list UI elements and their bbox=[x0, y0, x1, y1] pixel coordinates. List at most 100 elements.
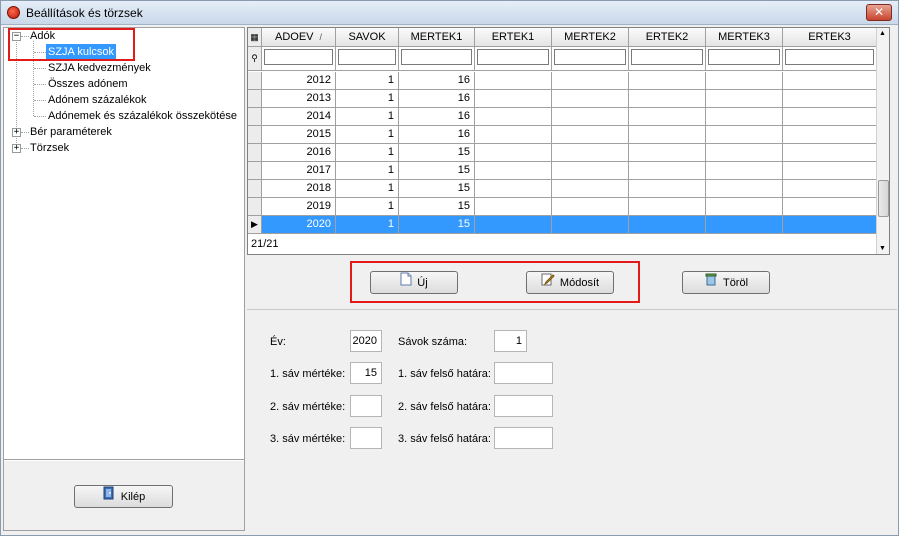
table-cell[interactable]: 16 bbox=[399, 108, 475, 126]
table-cell[interactable] bbox=[706, 108, 783, 126]
expand-icon[interactable]: + bbox=[12, 144, 21, 153]
collapse-icon[interactable]: − bbox=[12, 32, 21, 41]
table-cell[interactable]: 2013 bbox=[262, 90, 336, 108]
delete-button[interactable]: Töröl bbox=[682, 271, 770, 294]
scroll-down-icon[interactable]: ▼ bbox=[879, 245, 886, 252]
table-cell[interactable] bbox=[552, 144, 629, 162]
table-cell[interactable] bbox=[706, 198, 783, 216]
filter-input-ertek3[interactable] bbox=[785, 49, 874, 65]
row-indicator[interactable] bbox=[248, 180, 262, 198]
table-cell[interactable] bbox=[706, 144, 783, 162]
table-cell[interactable] bbox=[629, 90, 706, 108]
row-indicator[interactable] bbox=[248, 162, 262, 180]
table-cell[interactable]: 16 bbox=[399, 126, 475, 144]
table-cell[interactable] bbox=[552, 72, 629, 90]
table-cell[interactable]: 2018 bbox=[262, 180, 336, 198]
year-field[interactable]: 2020 bbox=[350, 330, 382, 352]
column-header-mertek3[interactable]: MERTEK3 bbox=[706, 28, 783, 47]
table-cell[interactable]: 2019 bbox=[262, 198, 336, 216]
rate3-field[interactable] bbox=[350, 427, 382, 449]
table-cell[interactable] bbox=[706, 216, 783, 234]
table-cell[interactable] bbox=[475, 72, 552, 90]
table-cell[interactable] bbox=[783, 216, 877, 234]
scroll-thumb[interactable] bbox=[878, 180, 889, 217]
filter-input-savok[interactable] bbox=[338, 49, 396, 65]
table-cell[interactable] bbox=[783, 126, 877, 144]
table-cell[interactable]: 2012 bbox=[262, 72, 336, 90]
table-cell[interactable] bbox=[552, 162, 629, 180]
table-cell[interactable] bbox=[475, 108, 552, 126]
bands-count-field[interactable]: 1 bbox=[494, 330, 527, 352]
filter-input-mertek1[interactable] bbox=[401, 49, 472, 65]
table-cell[interactable]: 1 bbox=[336, 72, 399, 90]
column-header-ertek3[interactable]: ERTEK3 bbox=[783, 28, 877, 47]
table-cell[interactable] bbox=[552, 180, 629, 198]
filter-input-ertek2[interactable] bbox=[631, 49, 703, 65]
table-cell[interactable]: 1 bbox=[336, 180, 399, 198]
rate2-field[interactable] bbox=[350, 395, 382, 417]
row-indicator[interactable] bbox=[248, 90, 262, 108]
column-header-ertek2[interactable]: ERTEK2 bbox=[629, 28, 706, 47]
table-cell[interactable] bbox=[706, 126, 783, 144]
table-cell[interactable] bbox=[475, 126, 552, 144]
row-indicator[interactable] bbox=[248, 72, 262, 90]
table-cell[interactable] bbox=[552, 216, 629, 234]
table-cell[interactable] bbox=[783, 72, 877, 90]
table-cell[interactable] bbox=[629, 126, 706, 144]
close-button[interactable]: ✕ bbox=[866, 4, 892, 21]
table-cell[interactable] bbox=[475, 162, 552, 180]
grid-vertical-scrollbar[interactable]: ▲ ▼ bbox=[876, 28, 889, 254]
new-button[interactable]: Új bbox=[370, 271, 458, 294]
table-cell[interactable] bbox=[475, 144, 552, 162]
table-cell[interactable] bbox=[629, 216, 706, 234]
table-cell[interactable] bbox=[706, 72, 783, 90]
table-cell[interactable]: 15 bbox=[399, 162, 475, 180]
table-cell[interactable]: 2016 bbox=[262, 144, 336, 162]
upper3-field[interactable] bbox=[494, 427, 553, 449]
table-cell[interactable] bbox=[706, 180, 783, 198]
table-cell[interactable] bbox=[629, 72, 706, 90]
table-cell[interactable] bbox=[475, 180, 552, 198]
column-header-savok[interactable]: SAVOK bbox=[336, 28, 399, 47]
column-header-adoev[interactable]: ADOEV / bbox=[262, 28, 336, 47]
scroll-up-icon[interactable]: ▲ bbox=[879, 30, 886, 37]
filter-input-ertek1[interactable] bbox=[477, 49, 549, 65]
table-cell[interactable] bbox=[475, 198, 552, 216]
table-cell[interactable] bbox=[475, 90, 552, 108]
filter-input-adoev[interactable] bbox=[264, 49, 333, 65]
table-cell[interactable]: 2014 bbox=[262, 108, 336, 126]
table-cell[interactable]: 2017 bbox=[262, 162, 336, 180]
modify-button[interactable]: Módosít bbox=[526, 271, 614, 294]
table-cell[interactable] bbox=[706, 90, 783, 108]
table-cell[interactable]: 1 bbox=[336, 108, 399, 126]
expand-icon[interactable]: + bbox=[12, 128, 21, 137]
table-cell[interactable] bbox=[783, 162, 877, 180]
table-cell[interactable]: 15 bbox=[399, 144, 475, 162]
table-cell[interactable] bbox=[783, 198, 877, 216]
row-indicator[interactable]: ▶ bbox=[248, 216, 262, 234]
table-cell[interactable]: 2020 bbox=[262, 216, 336, 234]
table-cell[interactable] bbox=[629, 198, 706, 216]
table-cell[interactable] bbox=[629, 108, 706, 126]
table-cell[interactable]: 15 bbox=[399, 198, 475, 216]
table-cell[interactable]: 1 bbox=[336, 162, 399, 180]
row-indicator[interactable] bbox=[248, 198, 262, 216]
table-cell[interactable] bbox=[552, 108, 629, 126]
upper1-field[interactable] bbox=[494, 362, 553, 384]
table-cell[interactable]: 16 bbox=[399, 90, 475, 108]
table-cell[interactable]: 1 bbox=[336, 126, 399, 144]
column-header-ertek1[interactable]: ERTEK1 bbox=[475, 28, 552, 47]
filter-input-mertek3[interactable] bbox=[708, 49, 780, 65]
table-cell[interactable]: 1 bbox=[336, 216, 399, 234]
table-cell[interactable] bbox=[552, 126, 629, 144]
table-cell[interactable]: 15 bbox=[399, 180, 475, 198]
table-cell[interactable] bbox=[629, 144, 706, 162]
table-cell[interactable] bbox=[552, 90, 629, 108]
table-cell[interactable]: 1 bbox=[336, 90, 399, 108]
table-cell[interactable] bbox=[783, 108, 877, 126]
exit-button[interactable]: Kilép bbox=[74, 485, 173, 508]
table-cell[interactable]: 16 bbox=[399, 72, 475, 90]
upper2-field[interactable] bbox=[494, 395, 553, 417]
rate1-field[interactable]: 15 bbox=[350, 362, 382, 384]
table-cell[interactable]: 15 bbox=[399, 216, 475, 234]
